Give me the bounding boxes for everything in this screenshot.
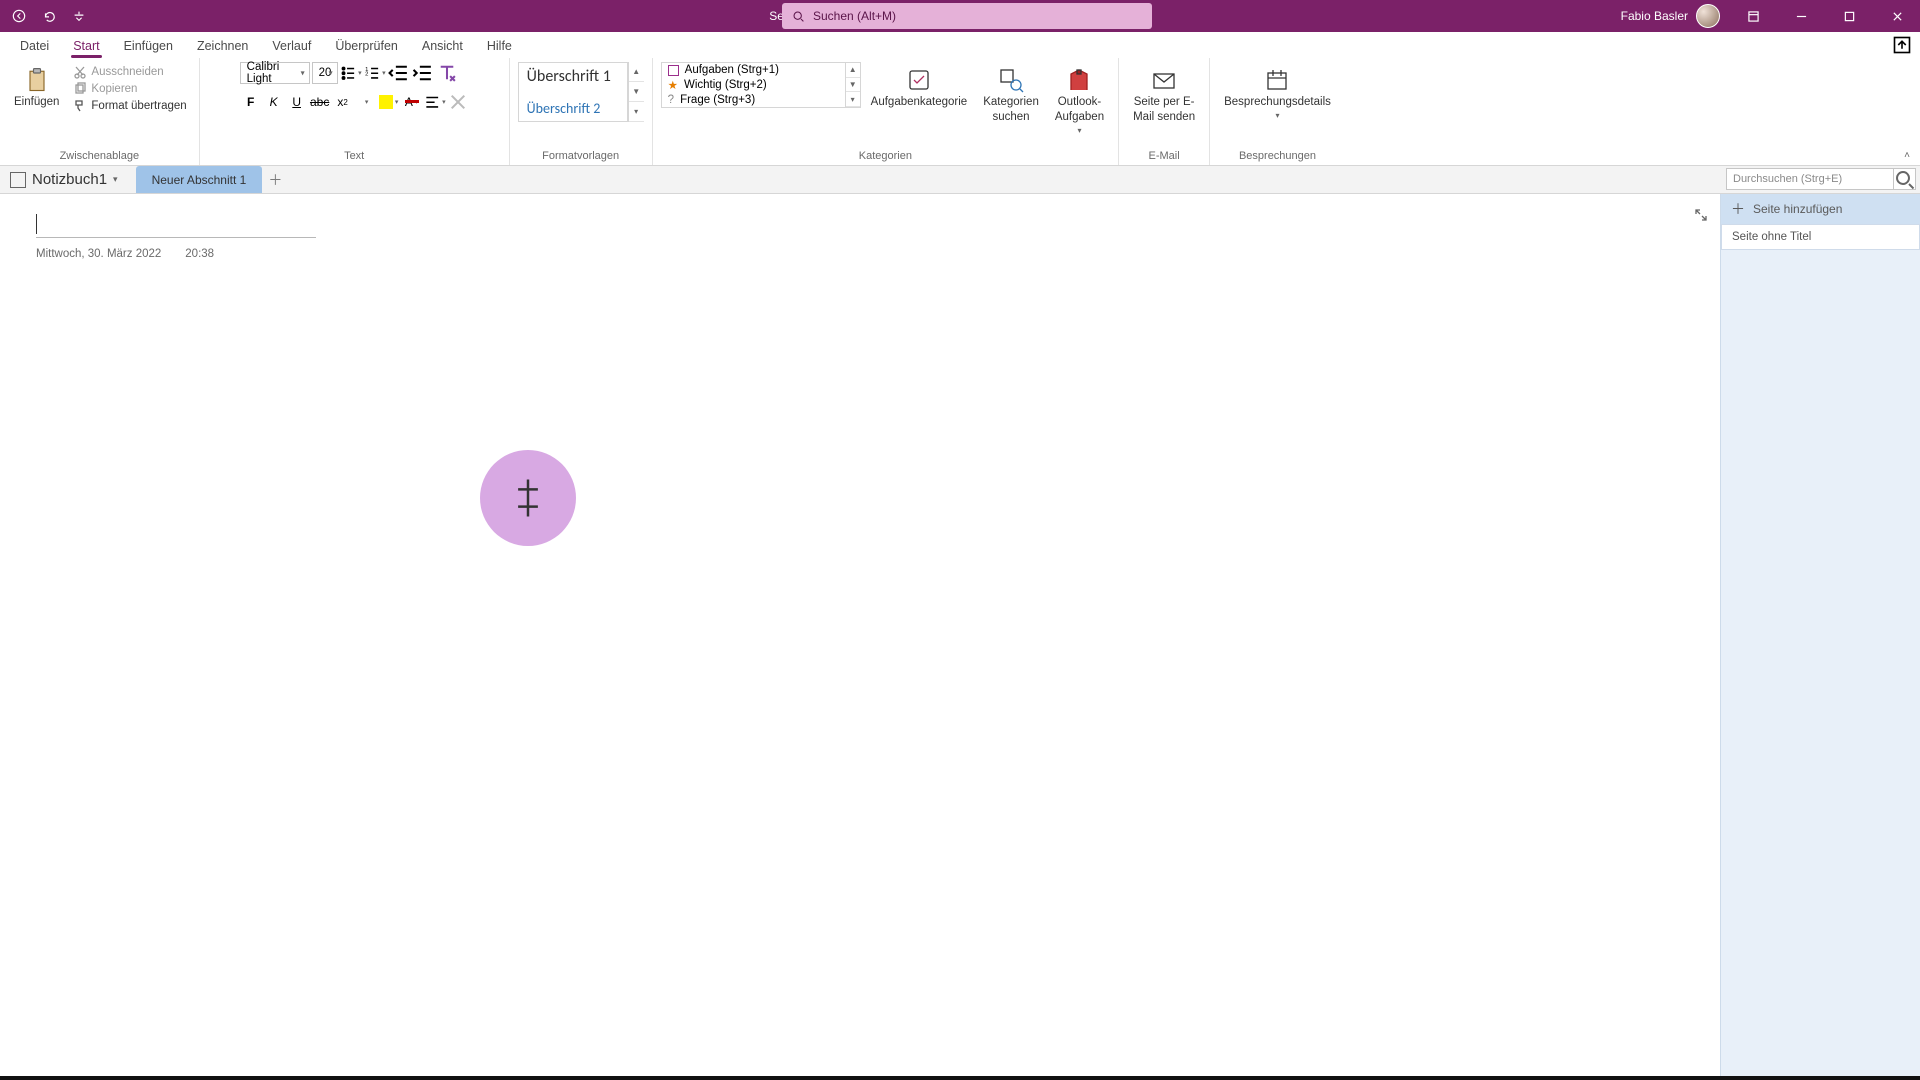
style-expand[interactable]: ▾ [629,102,644,122]
search-icon [792,10,805,23]
meeting-details-button[interactable]: Besprechungsdetails▾ [1218,62,1337,124]
style-scroll-up[interactable]: ▲ [629,62,644,82]
group-styles: Überschrift 1 Überschrift 2 ▲ ▼ ▾ Format… [510,58,653,165]
tab-zeichnen[interactable]: Zeichnen [185,35,260,57]
page-date: Mittwoch, 30. März 2022 [36,248,161,260]
outdent-button[interactable] [388,62,410,84]
group-label-email: E-Mail [1149,150,1180,165]
add-page-button[interactable]: ＋Seite hinzufügen [1721,194,1920,224]
chevron-down-icon: ▾ [113,174,118,185]
title-bar: Seite ohne Titel - OneNote Suchen (Alt+M… [0,0,1920,32]
tab-start[interactable]: Start [61,35,111,57]
group-meetings: Besprechungsdetails▾ Besprechungen [1210,58,1345,165]
paste-button[interactable]: Einfügen [8,62,65,113]
group-label-clipboard: Zwischenablage [60,150,140,165]
group-label-text: Text [344,150,364,165]
italic-button[interactable]: K [263,91,285,113]
close-button[interactable] [1874,0,1920,32]
style-scroll-down[interactable]: ▼ [629,82,644,102]
menu-bar: Datei Start Einfügen Zeichnen Verlauf Üb… [0,32,1920,58]
global-search[interactable]: Suchen (Alt+M) [782,3,1152,29]
ribbon: Einfügen Ausschneiden Kopieren Format üb… [0,58,1920,166]
avatar[interactable] [1696,4,1720,28]
page-search-placeholder: Durchsuchen (Strg+E) [1727,173,1893,185]
find-tags-button[interactable]: Kategoriensuchen [977,62,1045,128]
strike-button[interactable]: abc [309,91,331,113]
notebook-icon [10,172,26,188]
tab-ansicht[interactable]: Ansicht [410,35,475,57]
delete-button[interactable] [447,91,469,113]
subscript-split[interactable] [355,91,377,113]
full-page-view-icon[interactable] [1694,208,1708,227]
tag-todo[interactable]: Aufgaben (Strg+1) [662,63,845,77]
search-placeholder: Suchen (Alt+M) [813,9,896,23]
group-email: Seite per E-Mail senden E-Mail [1119,58,1210,165]
font-color-button[interactable]: A [401,91,423,113]
style-h1[interactable]: Überschrift 1 [519,63,627,90]
cursor-highlight-icon [480,450,576,546]
group-tags: Aufgaben (Strg+1) ★Wichtig (Strg+2) ?Fra… [653,58,1119,165]
notebook-picker[interactable]: Notizbuch1 ▾ [0,166,128,193]
tag-important[interactable]: ★Wichtig (Strg+2) [662,77,845,93]
indent-button[interactable] [412,62,434,84]
qat-customize-icon[interactable] [66,3,92,29]
svg-text:2: 2 [365,71,368,77]
ribbon-mode-icon[interactable] [1730,0,1776,32]
font-family-select[interactable]: Calibri Light▾ [240,62,310,84]
tab-ueberpruefen[interactable]: Überprüfen [323,35,410,57]
page-title-input[interactable] [36,212,316,238]
tag-scroll-up[interactable]: ▲ [846,63,860,78]
email-page-button[interactable]: Seite per E-Mail senden [1127,62,1201,128]
style-h2[interactable]: Überschrift 2 [519,96,627,121]
font-size-select[interactable]: 20▾ [312,62,338,84]
section-tab[interactable]: Neuer Abschnitt 1 [136,166,263,193]
group-label-styles: Formatvorlagen [542,150,619,165]
share-icon[interactable] [1892,35,1912,55]
tag-question[interactable]: ?Frage (Strg+3) [662,93,845,107]
subscript-button[interactable]: x2 [332,91,354,113]
align-button[interactable] [424,91,446,113]
tab-hilfe[interactable]: Hilfe [475,35,524,57]
search-icon[interactable] [1893,168,1915,190]
footer-strip [0,1076,1920,1080]
group-text: Calibri Light▾ 20▾ 12 F K U abc x2 A [200,58,510,165]
tab-einfuegen[interactable]: Einfügen [112,35,185,57]
group-label-tags: Kategorien [859,150,912,165]
group-clipboard: Einfügen Ausschneiden Kopieren Format üb… [0,58,200,165]
underline-button[interactable]: U [286,91,308,113]
page-list-pane: ＋Seite hinzufügen Seite ohne Titel [1720,194,1920,1076]
user-name: Fabio Basler [1621,9,1688,23]
bold-button[interactable]: F [240,91,262,113]
highlight-button[interactable] [378,91,400,113]
clear-format-button[interactable] [436,62,458,84]
tab-datei[interactable]: Datei [8,35,61,57]
copy-button: Kopieren [69,81,190,97]
minimize-button[interactable] [1778,0,1824,32]
page-list-item[interactable]: Seite ohne Titel [1721,224,1920,250]
task-category-button[interactable]: Aufgabenkategorie [865,62,974,113]
maximize-button[interactable] [1826,0,1872,32]
tag-scroll-down[interactable]: ▼ [846,78,860,93]
outlook-tasks-button[interactable]: Outlook-Aufgaben▾ [1049,62,1110,140]
bullets-button[interactable] [340,62,362,84]
page-search[interactable]: Durchsuchen (Strg+E) [1726,168,1916,190]
cut-button: Ausschneiden [69,64,190,80]
tab-verlauf[interactable]: Verlauf [260,35,323,57]
add-section-button[interactable]: ＋ [262,166,288,193]
collapse-ribbon-icon[interactable]: ˄ [1904,150,1910,161]
format-painter-button[interactable]: Format übertragen [69,98,190,114]
notebook-bar: Notizbuch1 ▾ Neuer Abschnitt 1 ＋ Durchsu… [0,166,1920,194]
tag-expand[interactable]: ▾ [846,92,860,107]
numbering-button[interactable]: 12 [364,62,386,84]
note-canvas[interactable]: Mittwoch, 30. März 2022 20:38 [0,194,1720,1076]
page-time: 20:38 [185,248,214,260]
group-label-meetings: Besprechungen [1239,150,1316,165]
back-icon[interactable] [6,3,32,29]
undo-icon[interactable] [36,3,62,29]
